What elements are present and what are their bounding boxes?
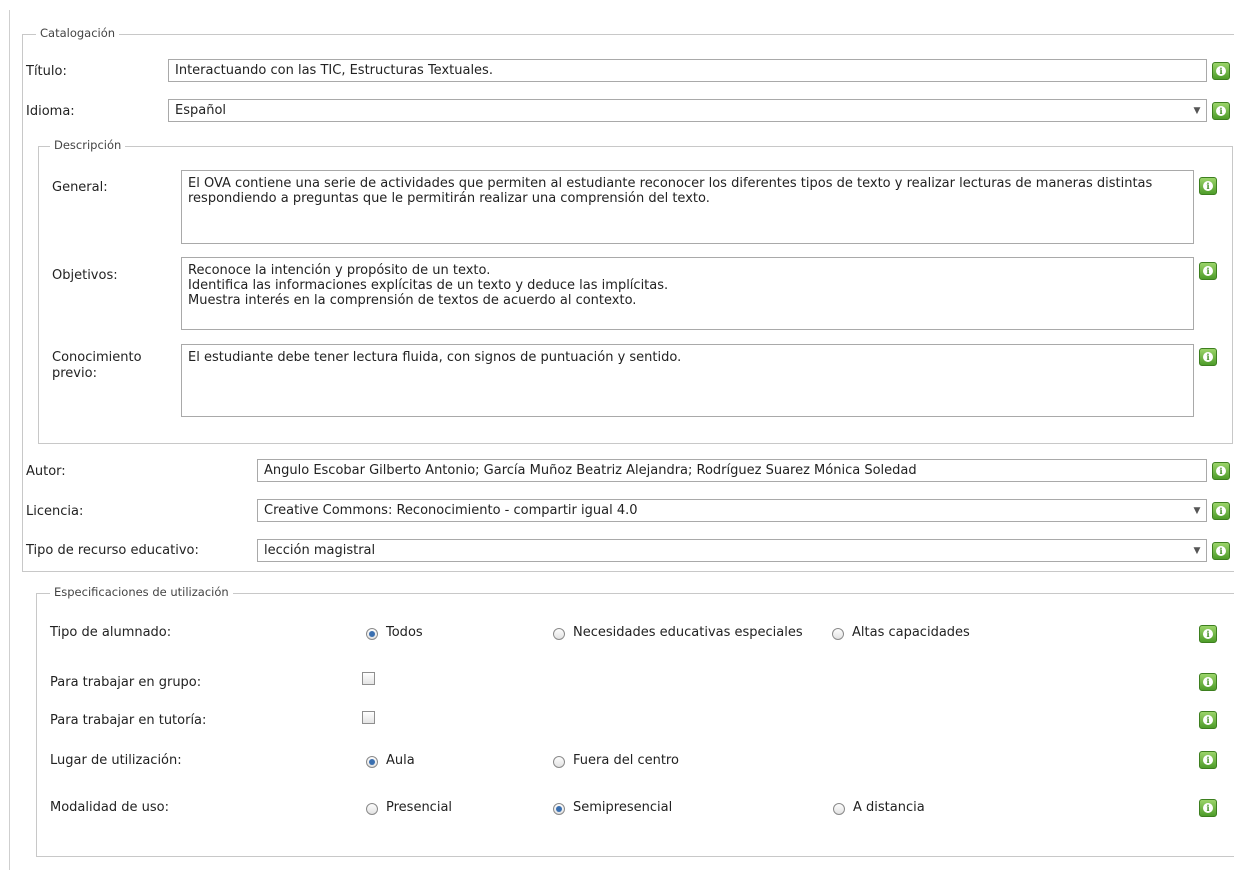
descripcion-legend: Descripción (50, 138, 126, 152)
general-textarea[interactable]: El OVA contiene una serie de actividades… (181, 170, 1194, 244)
conocimiento-previo-label: Conocimiento previo: (52, 350, 142, 381)
info-icon[interactable]: i (1212, 62, 1230, 80)
info-icon[interactable]: i (1212, 462, 1230, 480)
trabajar-grupo-label: Para trabajar en grupo: (50, 675, 202, 690)
titulo-input[interactable]: Interactuando con las TIC, Estructuras T… (168, 59, 1207, 82)
licencia-select[interactable]: Creative Commons: Reconocimiento - compa… (257, 499, 1207, 522)
chevron-down-icon[interactable]: ▼ (1188, 540, 1206, 561)
licencia-value: Creative Commons: Reconocimiento - compa… (264, 503, 638, 518)
info-icon[interactable]: i (1199, 751, 1217, 769)
radio-presencial[interactable] (366, 803, 378, 815)
licencia-label: Licencia: (26, 504, 84, 519)
modalidad-uso-label: Modalidad de uso: (50, 800, 169, 815)
idioma-value: Español (175, 103, 227, 118)
objetivos-label: Objetivos: (52, 268, 118, 283)
radio-necesidades-especiales-label: Necesidades educativas especiales (573, 625, 803, 640)
idioma-label: Idioma: (26, 104, 75, 119)
tipo-recurso-label: Tipo de recurso educativo: (26, 543, 199, 558)
trabajar-tutoria-checkbox[interactable] (362, 711, 375, 724)
general-label: General: (52, 180, 108, 195)
radio-necesidades-especiales[interactable] (553, 628, 565, 640)
tipo-alumnado-label: Tipo de alumnado: (50, 625, 172, 640)
info-icon[interactable]: i (1212, 542, 1230, 560)
info-icon[interactable]: i (1199, 625, 1217, 643)
radio-aula-label: Aula (386, 753, 415, 768)
conocimiento-previo-textarea[interactable]: El estudiante debe tener lectura fluida,… (181, 344, 1194, 417)
radio-a-distancia[interactable] (833, 803, 845, 815)
autor-input[interactable]: Angulo Escobar Gilberto Antonio; García … (257, 459, 1207, 482)
autor-label: Autor: (26, 464, 66, 479)
page-edge-line (9, 10, 10, 870)
radio-fuera-del-centro[interactable] (553, 756, 565, 768)
tipo-recurso-value: lección magistral (264, 543, 376, 558)
radio-semipresencial-label: Semipresencial (573, 800, 673, 815)
info-icon[interactable]: i (1212, 502, 1230, 520)
especificaciones-legend: Especificaciones de utilización (50, 585, 233, 599)
trabajar-grupo-checkbox[interactable] (362, 672, 375, 685)
radio-a-distancia-label: A distancia (853, 800, 925, 815)
lugar-utilizacion-label: Lugar de utilización: (50, 753, 182, 768)
objetivos-textarea[interactable]: Reconoce la intención y propósito de un … (181, 257, 1194, 330)
radio-aula[interactable] (366, 756, 378, 768)
info-icon[interactable]: i (1199, 262, 1217, 280)
radio-todos[interactable] (366, 628, 378, 640)
info-icon[interactable]: i (1199, 673, 1217, 691)
info-icon[interactable]: i (1212, 102, 1230, 120)
radio-presencial-label: Presencial (386, 800, 453, 815)
tipo-recurso-select[interactable]: lección magistral ▼ (257, 539, 1207, 562)
info-icon[interactable]: i (1199, 348, 1217, 366)
radio-fuera-del-centro-label: Fuera del centro (573, 753, 679, 768)
titulo-label: Título: (26, 64, 67, 79)
chevron-down-icon[interactable]: ▼ (1188, 100, 1206, 121)
idioma-select[interactable]: Español ▼ (168, 99, 1207, 122)
chevron-down-icon[interactable]: ▼ (1188, 500, 1206, 521)
catalogacion-legend: Catalogación (36, 26, 120, 40)
info-icon[interactable]: i (1199, 711, 1217, 729)
radio-altas-capacidades-label: Altas capacidades (852, 625, 970, 640)
trabajar-tutoria-label: Para trabajar en tutoría: (50, 713, 207, 728)
info-icon[interactable]: i (1199, 799, 1217, 817)
radio-todos-label: Todos (386, 625, 423, 640)
radio-semipresencial[interactable] (553, 803, 565, 815)
info-icon[interactable]: i (1199, 177, 1217, 195)
radio-altas-capacidades[interactable] (832, 628, 844, 640)
